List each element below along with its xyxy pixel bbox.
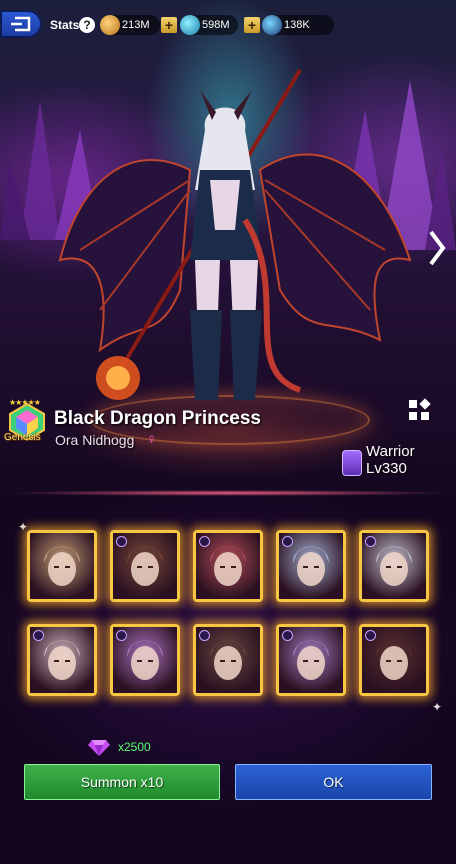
gold-resource: 213M (100, 15, 160, 35)
hero-result-card[interactable] (359, 530, 429, 602)
hero-result-card[interactable] (193, 530, 263, 602)
back-icon (11, 16, 31, 32)
class-mark-icon (33, 630, 44, 641)
ok-button[interactable]: OK (235, 764, 432, 800)
hero-result-card[interactable] (110, 530, 180, 602)
class-mark-icon (365, 630, 376, 641)
hero-class: Warrior (366, 443, 415, 460)
back-button[interactable] (0, 10, 42, 38)
hero-result-card[interactable] (27, 530, 97, 602)
hero-level: Lv330 (366, 460, 407, 477)
help-icon[interactable]: ? (79, 17, 95, 33)
top-bar: Stats ? 213M + 598M + 138K (0, 10, 456, 40)
class-mark-icon (282, 536, 293, 547)
orb-resource: 598M (180, 15, 238, 35)
class-mark-icon (282, 630, 293, 641)
next-hero-arrow-icon[interactable] (425, 228, 449, 268)
class-mark-icon (199, 536, 210, 547)
hero-result-card[interactable] (276, 530, 346, 602)
hero-title: Ora Nidhogg (55, 432, 135, 448)
add-orb-button[interactable]: + (244, 17, 260, 33)
hero-name: Black Dragon Princess (54, 408, 261, 429)
class-mark-icon (365, 536, 376, 547)
female-icon: ♀ (146, 431, 158, 448)
hero-result-card[interactable] (27, 624, 97, 696)
blue-orb-icon (180, 15, 200, 35)
rarity-stars: ★★★★★ (9, 398, 41, 407)
hero-class-info: Warrior Lv330 (366, 443, 415, 477)
class-mark-icon (199, 630, 210, 641)
hero-result-card[interactable] (110, 624, 180, 696)
hero-result-card[interactable] (193, 624, 263, 696)
summon-x10-button[interactable]: Summon x10 (24, 764, 220, 800)
spirit-icon (262, 15, 282, 35)
spirit-resource: 138K (262, 15, 334, 35)
sparkle-icon: ✦ (432, 700, 443, 714)
warrior-class-icon (342, 450, 362, 476)
gold-coin-icon (100, 15, 120, 35)
hero-portrait-icon (30, 533, 94, 599)
rarity-label: Genesis (4, 432, 41, 443)
hero-portrait (58, 68, 412, 400)
stats-label: Stats (50, 18, 80, 32)
class-mark-icon (116, 536, 127, 547)
hero-result-card[interactable] (359, 624, 429, 696)
summon-cost: x2500 (118, 740, 151, 754)
orb-value: 598M (202, 19, 230, 31)
class-mark-icon (116, 630, 127, 641)
add-gold-button[interactable]: + (161, 17, 177, 33)
spirit-value: 138K (284, 19, 310, 31)
gold-value: 213M (122, 19, 150, 31)
hero-details-icon[interactable] (407, 398, 431, 422)
hero-result-card[interactable] (276, 624, 346, 696)
diamond-gem-icon (88, 740, 110, 756)
